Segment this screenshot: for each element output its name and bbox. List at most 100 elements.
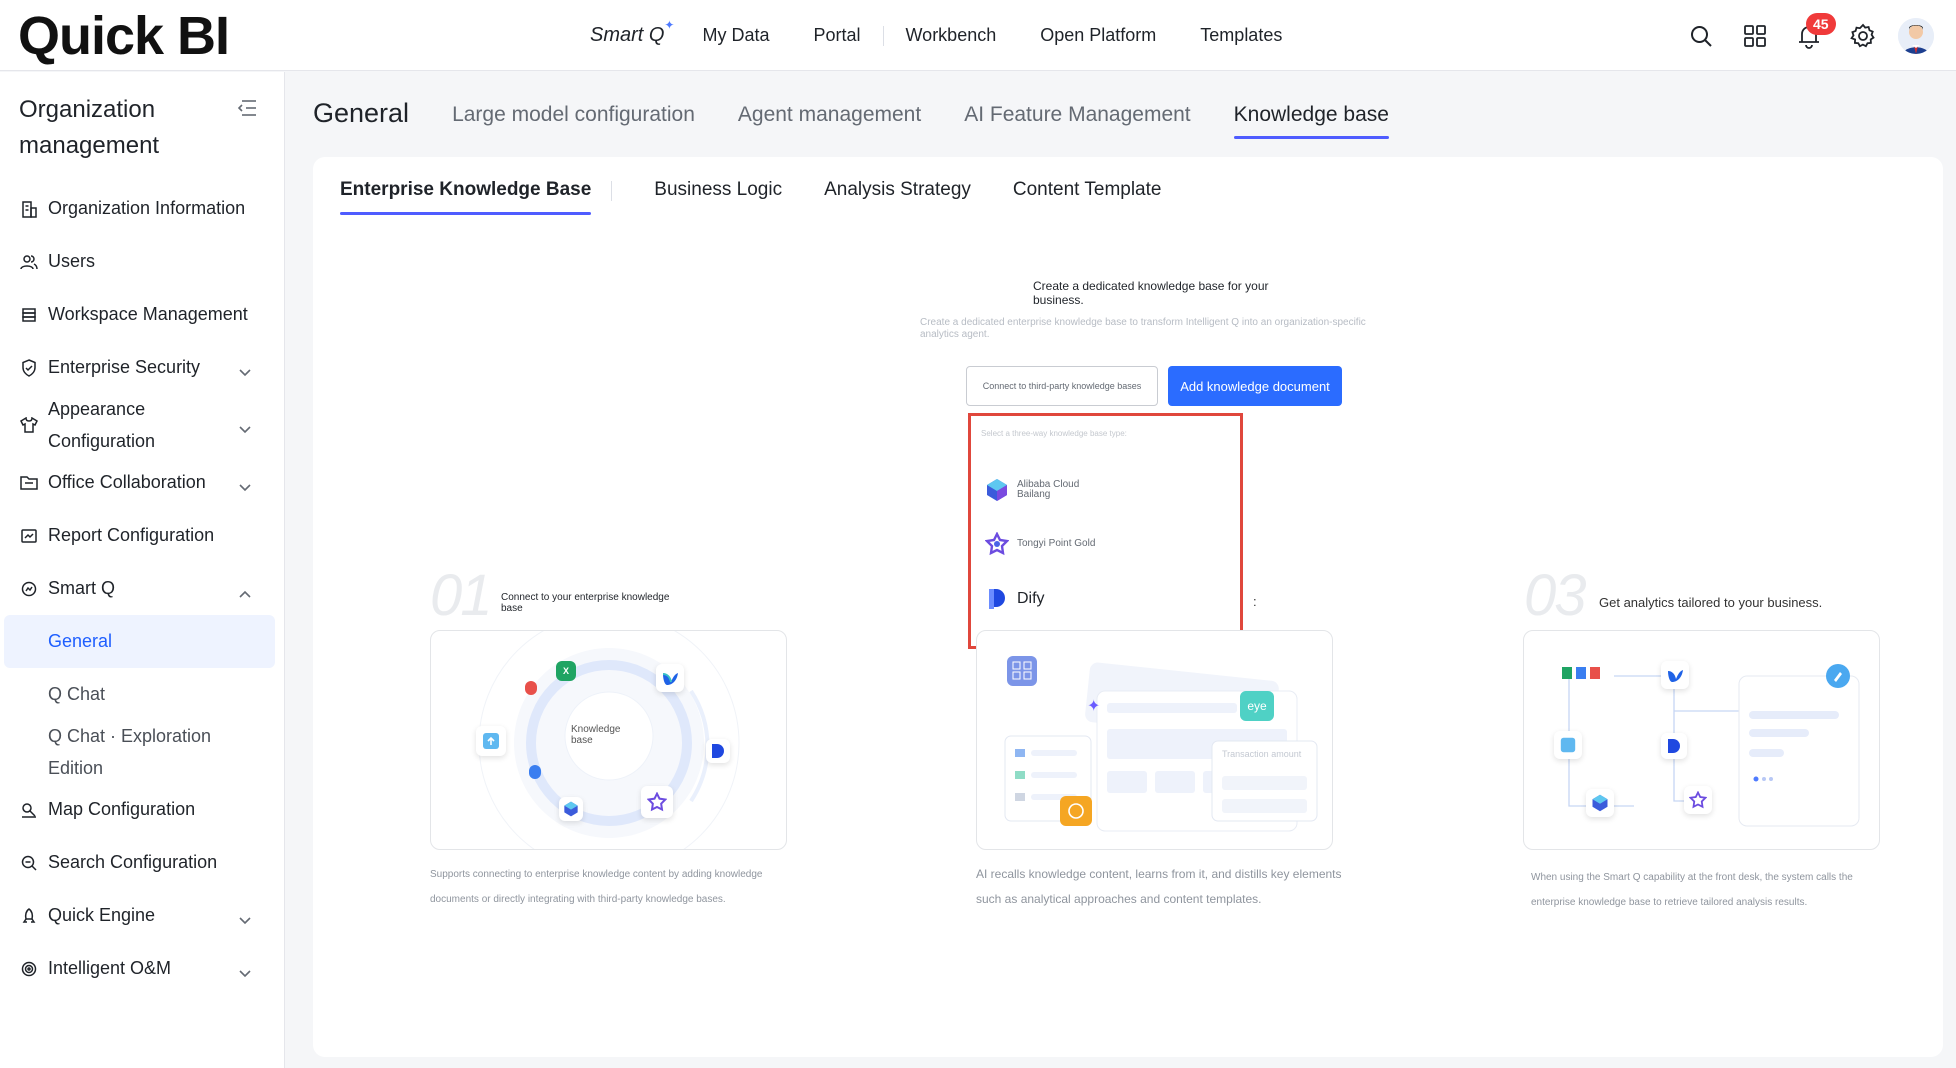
tongyi-small-icon bbox=[641, 786, 673, 818]
connect-third-party-button[interactable]: Connect to third-party knowledge bases bbox=[966, 366, 1158, 406]
tab-general[interactable]: General bbox=[313, 98, 409, 139]
third-party-kb-dropdown: Select a three-way knowledge base type: … bbox=[968, 413, 1243, 649]
step-title: Connect to your enterprise knowledge bas… bbox=[501, 592, 670, 614]
sidebar-item-label: Workspace Management bbox=[48, 304, 248, 324]
sidebar-item-appearance-configuration[interactable]: Appearance Configuration bbox=[0, 394, 285, 456]
subtab-business-logic[interactable]: Business Logic bbox=[654, 179, 782, 215]
collapse-menu-icon[interactable] bbox=[236, 98, 258, 123]
sidebar-item-label: Map Configuration bbox=[48, 799, 196, 819]
tongyi-small-icon bbox=[1684, 786, 1712, 814]
main-tabs: General Large model configuration Agent … bbox=[313, 98, 1432, 139]
building-icon bbox=[20, 200, 38, 218]
dropdown-option-label: Dify bbox=[1017, 590, 1045, 607]
rocket-icon bbox=[20, 907, 38, 925]
hero-subtitle: Create a dedicated enterprise knowledge … bbox=[920, 317, 1366, 340]
sidebar-item-map-configuration[interactable]: Map Configuration bbox=[0, 783, 285, 836]
sparkle-icon: ✦ bbox=[664, 18, 675, 32]
sidebar-title: Organization management bbox=[19, 96, 160, 159]
nav-my-data[interactable]: My Data bbox=[702, 25, 769, 46]
upload-icon bbox=[1554, 731, 1582, 759]
sidebar-item-label: Users bbox=[48, 251, 96, 271]
top-nav: Smart Q ✦ My Data Portal Workbench Open P… bbox=[590, 0, 1326, 71]
shield-icon bbox=[20, 358, 38, 377]
sidebar-item-enterprise-security[interactable]: Enterprise Security bbox=[0, 341, 285, 394]
center-label: Knowledge base bbox=[571, 724, 621, 746]
step-description: Supports connecting to enterprise knowle… bbox=[430, 869, 763, 905]
sidebar-item-report-configuration[interactable]: Report Configuration bbox=[0, 509, 285, 562]
nav-smart-q[interactable]: Smart Q ✦ bbox=[590, 18, 674, 47]
nav-portal[interactable]: Portal bbox=[813, 25, 860, 46]
quick-bi-logo[interactable]: Quick BI bbox=[18, 6, 230, 66]
hero-title: Create a dedicated knowledge base for yo… bbox=[1033, 279, 1269, 307]
search-icon[interactable] bbox=[1686, 21, 1716, 51]
chevron-up-icon[interactable] bbox=[238, 583, 252, 604]
database-icon bbox=[20, 306, 38, 324]
dropdown-option-dify[interactable]: Dify bbox=[985, 587, 1097, 611]
nav-open-platform[interactable]: Open Platform bbox=[1040, 25, 1156, 46]
nav-workbench[interactable]: Workbench bbox=[906, 25, 997, 46]
step-number: 01 bbox=[430, 563, 492, 628]
sidebar: Organization management Organization Inf… bbox=[0, 72, 285, 1068]
folder-icon bbox=[20, 474, 38, 492]
sidebar-item-workspace-management[interactable]: Workspace Management bbox=[0, 288, 285, 341]
sidebar-item-label: General bbox=[48, 631, 113, 651]
smartq-icon bbox=[20, 580, 38, 598]
tab-knowledge-base[interactable]: Knowledge base bbox=[1233, 103, 1390, 139]
knowledge-base-card: Enterprise Knowledge Base Business Logic… bbox=[313, 157, 1943, 1057]
sidebar-item-general[interactable]: General bbox=[4, 615, 275, 668]
nav-divider bbox=[882, 25, 884, 46]
sidebar-item-search-configuration[interactable]: Search Configuration bbox=[0, 836, 285, 889]
add-knowledge-document-button[interactable]: Add knowledge document bbox=[1168, 366, 1342, 406]
tab-agent-management[interactable]: Agent management bbox=[738, 103, 921, 139]
sidebar-item-smart-q[interactable]: Smart Q bbox=[0, 562, 285, 615]
search-config-icon bbox=[20, 854, 38, 872]
sidebar-item-label: Search Configuration bbox=[48, 852, 218, 872]
dify-logo-icon bbox=[989, 589, 1005, 609]
subtab-content-template[interactable]: Content Template bbox=[1013, 179, 1162, 215]
subtab-analysis-strategy[interactable]: Analysis Strategy bbox=[824, 179, 971, 215]
notification-bell-icon[interactable]: 45 bbox=[1794, 12, 1836, 51]
field-label: Transaction amount bbox=[1222, 749, 1302, 759]
chevron-down-icon[interactable] bbox=[238, 362, 252, 383]
report-icon bbox=[20, 527, 38, 545]
sidebar-item-quick-engine[interactable]: Quick Engine bbox=[0, 889, 285, 942]
sidebar-item-users[interactable]: Users bbox=[0, 235, 285, 288]
chevron-down-icon[interactable] bbox=[238, 910, 252, 931]
bailian-small-icon bbox=[1586, 789, 1614, 817]
step-description: When using the Smart Q capability at the… bbox=[1531, 872, 1853, 908]
step-3-illustration bbox=[1523, 630, 1880, 850]
tab-large-model-configuration[interactable]: Large model configuration bbox=[452, 103, 695, 139]
notification-badge: 45 bbox=[1806, 12, 1836, 35]
dify-small-icon bbox=[1661, 733, 1687, 759]
settings-gear-icon[interactable] bbox=[1848, 21, 1878, 51]
sidebar-item-q-chat[interactable]: Q Chat bbox=[0, 668, 285, 721]
sidebar-item-label: Intelligent O&M bbox=[48, 958, 172, 978]
dropdown-option-label: Tongyi Point Gold bbox=[1017, 538, 1096, 549]
apps-grid-icon[interactable] bbox=[1740, 21, 1770, 51]
dropdown-option-alibaba-cloud-bailang[interactable]: Alibaba Cloud Bailang bbox=[985, 478, 1097, 502]
bailian-small-icon bbox=[559, 797, 583, 821]
subtab-enterprise-knowledge-base[interactable]: Enterprise Knowledge Base bbox=[340, 179, 592, 215]
sidebar-item-office-collaboration[interactable]: Office Collaboration bbox=[0, 456, 285, 509]
sidebar-item-organization-information[interactable]: Organization Information bbox=[0, 182, 285, 235]
chevron-down-icon[interactable] bbox=[238, 477, 252, 498]
sidebar-item-intelligent-om[interactable]: Intelligent O&M bbox=[0, 942, 285, 995]
user-avatar[interactable] bbox=[1898, 17, 1934, 54]
nav-templates[interactable]: Templates bbox=[1200, 25, 1282, 46]
sidebar-item-label: Quick Engine bbox=[48, 905, 156, 925]
chevron-down-icon[interactable] bbox=[238, 419, 252, 440]
tab-ai-feature-management[interactable]: AI Feature Management bbox=[964, 103, 1190, 139]
top-bar: Quick BI Smart Q ✦ My Data Portal Workben… bbox=[0, 0, 1956, 71]
map-pin-icon bbox=[20, 801, 38, 819]
chevron-down-icon[interactable] bbox=[238, 963, 252, 984]
dify-small-icon bbox=[706, 739, 730, 763]
sidebar-item-label: Smart Q bbox=[48, 578, 116, 598]
svg-text:✦: ✦ bbox=[1087, 696, 1100, 715]
users-icon bbox=[20, 253, 38, 271]
target-icon bbox=[20, 960, 38, 978]
sidebar-item-q-chat-exploration[interactable]: Q Chat · Exploration Edition bbox=[0, 721, 285, 783]
step-number: 03 bbox=[1524, 563, 1586, 628]
sidebar-item-label: Q Chat · Exploration Edition bbox=[48, 726, 212, 778]
sidebar-item-label: Office Collaboration bbox=[48, 472, 206, 492]
dropdown-option-tongyi-point-gold[interactable]: Tongyi Point Gold bbox=[985, 532, 1097, 556]
